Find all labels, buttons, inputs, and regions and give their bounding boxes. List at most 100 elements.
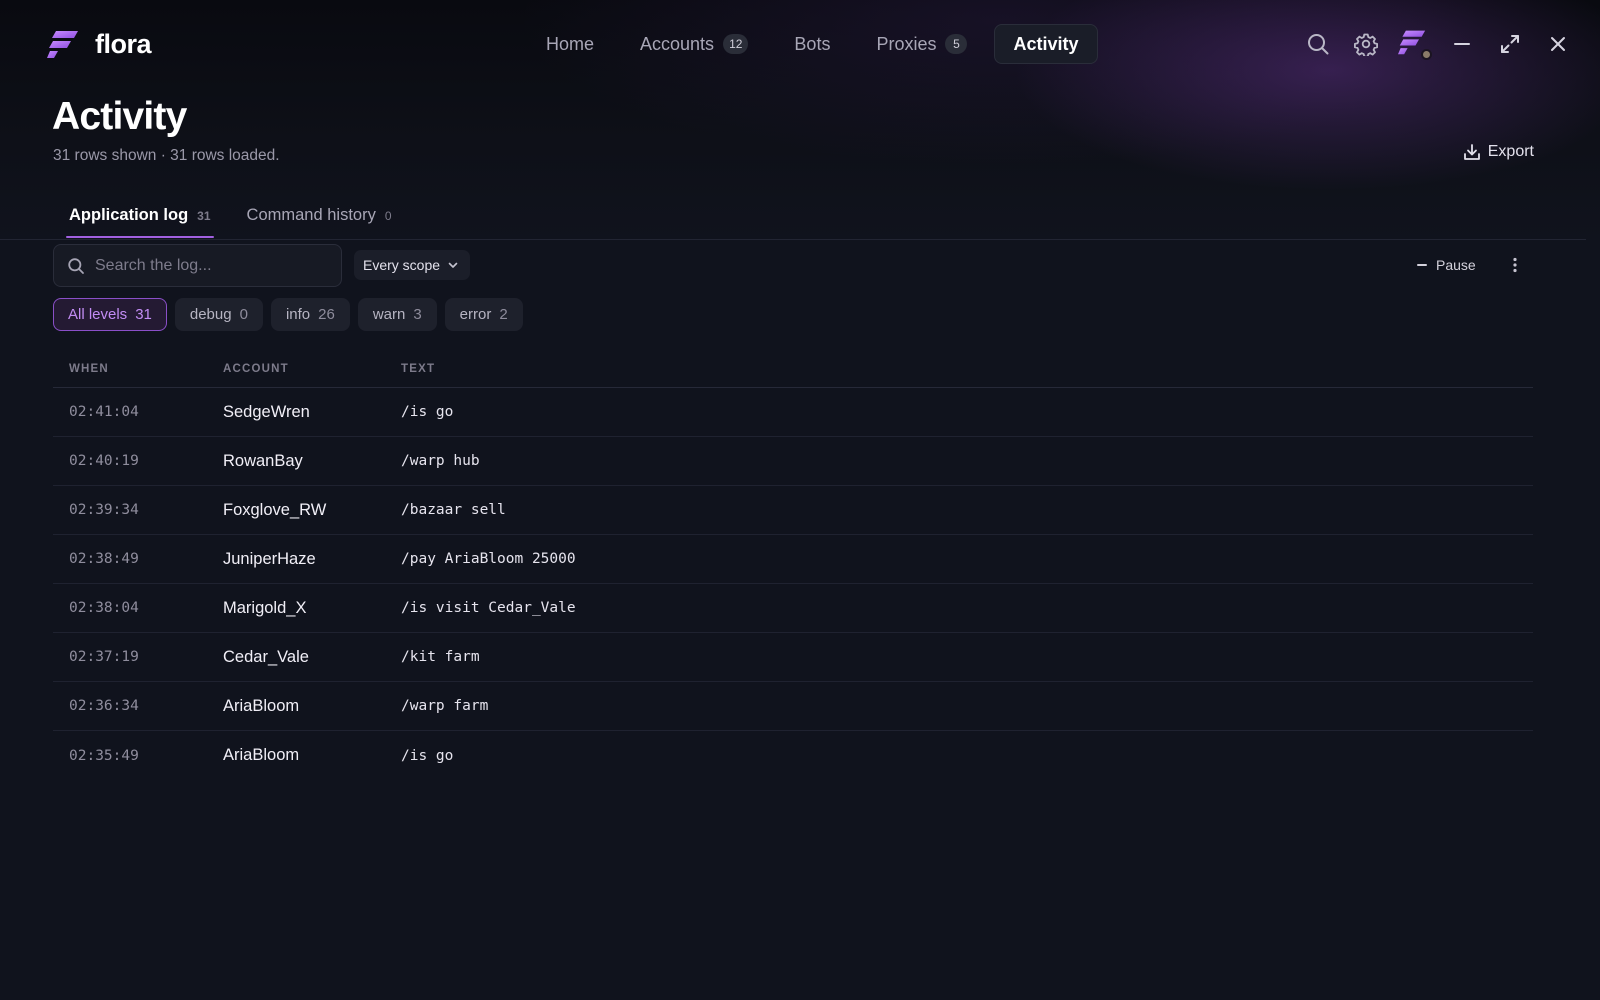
account-avatar-button[interactable]	[1390, 24, 1438, 64]
nav-home[interactable]: Home	[527, 24, 613, 64]
cell-account: JuniperHaze	[223, 549, 316, 568]
nav-activity-label: Activity	[1013, 33, 1079, 54]
chip-count: 3	[413, 306, 422, 323]
cell-when: 02:37:19	[69, 649, 139, 665]
search-input[interactable]	[95, 256, 315, 275]
cell-account: SedgeWren	[223, 402, 310, 421]
cell-account: AriaBloom	[223, 746, 300, 764]
table-row[interactable]: 02:36:34 AriaBloom /warp farm	[53, 682, 1533, 731]
chip-label: warn	[372, 306, 406, 323]
maximize-icon	[1501, 35, 1519, 53]
window-controls	[1294, 24, 1582, 64]
chip-label: debug	[189, 306, 232, 323]
gear-icon	[1354, 33, 1378, 56]
settings-button[interactable]	[1342, 24, 1390, 64]
search-icon	[68, 257, 84, 274]
app-name: flora	[95, 28, 152, 59]
cell-text: /is go	[401, 747, 454, 764]
download-icon	[1463, 144, 1480, 160]
search-box	[53, 244, 342, 287]
export-button[interactable]: Export	[1463, 137, 1534, 167]
cell-text: /warp hub	[401, 453, 480, 469]
minimize-button[interactable]	[1438, 24, 1486, 64]
avatar	[1398, 28, 1432, 60]
chip-count: 0	[239, 306, 248, 323]
tab-label: Application log	[69, 206, 189, 224]
table-row[interactable]: 02:38:49 JuniperHaze /pay AriaBloom 2500…	[53, 535, 1533, 584]
cell-when: 02:38:04	[69, 600, 139, 616]
scope-select[interactable]: Every scope	[354, 250, 471, 280]
level-chip-info[interactable]: info 26	[270, 298, 350, 331]
level-chip-debug[interactable]: debug 0	[174, 298, 263, 331]
chip-count: 26	[318, 306, 335, 323]
table-row[interactable]: 02:35:49 AriaBloom /is go	[53, 731, 1533, 780]
table-row[interactable]: 02:41:04 SedgeWren /is go	[53, 388, 1533, 437]
search-button[interactable]	[1294, 24, 1342, 64]
cell-account: Cedar_Vale	[223, 647, 309, 666]
chevron-down-icon	[448, 262, 458, 268]
minimize-icon	[1454, 43, 1470, 45]
tab-label: Command history	[246, 206, 376, 224]
nav-bots-label: Bots	[794, 33, 831, 54]
page-subtitle: 31 rows shown · 31 rows loaded.	[53, 147, 280, 164]
nav-home-label: Home	[546, 33, 595, 54]
export-label: Export	[1487, 143, 1534, 160]
tab-application-log[interactable]: Application log 31	[66, 198, 214, 240]
nav-accounts-label: Accounts	[640, 33, 715, 54]
cell-when: 02:36:34	[69, 698, 139, 714]
pause-button[interactable]: Pause	[1417, 253, 1476, 277]
chip-label: All levels	[68, 306, 128, 323]
chip-label: error	[459, 306, 492, 323]
more-vertical-icon	[1513, 257, 1517, 273]
status-dot	[1421, 49, 1432, 60]
cell-when: 02:38:49	[69, 551, 139, 567]
scope-label: Every scope	[363, 257, 441, 273]
log-tabs: Application log 31 Command history 0	[66, 198, 425, 240]
search-icon	[1308, 34, 1329, 55]
cell-text: /is visit Cedar_Vale	[401, 600, 576, 616]
nav-proxies-label: Proxies	[876, 33, 937, 54]
tab-command-history[interactable]: Command history 0	[244, 198, 395, 240]
level-chip-all[interactable]: All levels 31	[53, 298, 167, 331]
more-options-button[interactable]	[1505, 254, 1525, 276]
activity-table: WHEN ACCOUNT TEXT 02:41:04 SedgeWren /is…	[53, 350, 1533, 780]
table-row[interactable]: 02:40:19 RowanBay /warp hub	[53, 437, 1533, 486]
column-header-account[interactable]: ACCOUNT	[223, 363, 401, 375]
pause-dash-icon	[1417, 264, 1427, 266]
app-logo: flora	[47, 28, 152, 60]
maximize-button[interactable]	[1486, 24, 1534, 64]
level-chip-warn[interactable]: warn 3	[357, 298, 437, 331]
flora-logo-icon	[47, 31, 78, 58]
level-chip-error[interactable]: error 2	[444, 298, 523, 331]
cell-text: /warp farm	[401, 698, 489, 714]
table-row[interactable]: 02:37:19 Cedar_Vale /kit farm	[53, 633, 1533, 682]
pause-label: Pause	[1436, 257, 1476, 273]
title-bar: flora Home Accounts 12 Bots Proxies 5 Ac…	[0, 0, 1600, 90]
chip-count: 31	[135, 306, 152, 323]
table-row[interactable]: 02:39:34 Foxglove_RW /bazaar sell	[53, 486, 1533, 535]
nav-proxies-badge: 5	[945, 34, 968, 54]
nav-activity[interactable]: Activity	[994, 24, 1098, 64]
cell-text: /bazaar sell	[401, 502, 506, 518]
tab-count: 0	[384, 209, 392, 223]
nav-bots[interactable]: Bots	[775, 24, 849, 64]
close-icon	[1551, 37, 1565, 51]
cell-text: /kit farm	[401, 649, 480, 665]
tab-count: 31	[197, 209, 211, 223]
cell-account: RowanBay	[223, 451, 303, 470]
column-header-when[interactable]: WHEN	[53, 363, 223, 375]
table-row[interactable]: 02:38:04 Marigold_X /is visit Cedar_Vale	[53, 584, 1533, 633]
table-header: WHEN ACCOUNT TEXT	[53, 350, 1533, 388]
chip-label: info	[285, 306, 311, 323]
cell-when: 02:39:34	[69, 502, 139, 518]
close-button[interactable]	[1534, 24, 1582, 64]
nav-accounts[interactable]: Accounts 12	[621, 24, 767, 64]
cell-when: 02:40:19	[69, 453, 139, 469]
nav-proxies[interactable]: Proxies 5	[857, 24, 986, 64]
level-filters: All levels 31 debug 0 info 26 warn 3 err…	[53, 298, 531, 331]
cell-account: AriaBloom	[223, 696, 300, 715]
column-header-text[interactable]: TEXT	[401, 363, 1533, 375]
nav-accounts-badge: 12	[723, 34, 749, 54]
cell-when: 02:41:04	[69, 404, 139, 420]
main-nav: Home Accounts 12 Bots Proxies 5 Activity	[527, 24, 1106, 64]
